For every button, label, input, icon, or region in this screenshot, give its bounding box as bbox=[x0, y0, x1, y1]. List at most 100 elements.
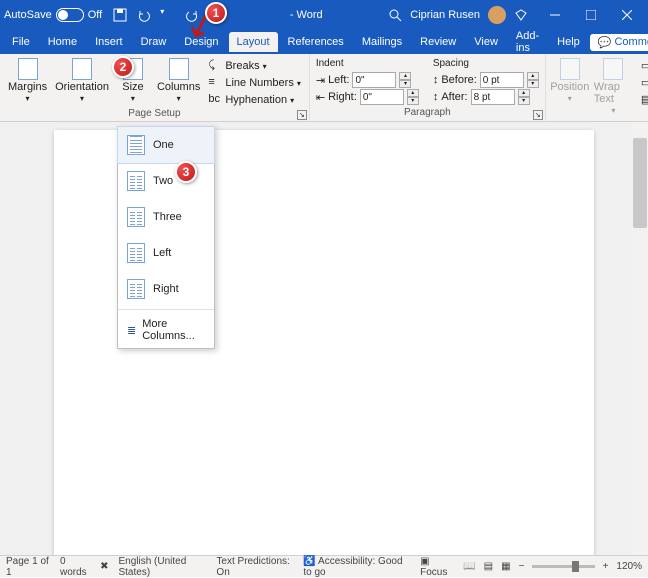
zoom-out-button[interactable]: − bbox=[519, 561, 525, 572]
columns-dropdown: One Two Three Left Right ≣More Columns..… bbox=[117, 126, 215, 349]
close-button[interactable] bbox=[610, 1, 644, 29]
hyphenation-icon: bc bbox=[208, 93, 222, 107]
group-arrange: Position▾ Wrap Text▾ ▭Bring Forward ▾ ▭S… bbox=[546, 54, 648, 122]
zoom-level[interactable]: 120% bbox=[616, 561, 642, 572]
callout-2: 2 bbox=[112, 56, 134, 78]
comments-button[interactable]: 💬 Comments bbox=[590, 34, 648, 51]
save-icon[interactable] bbox=[112, 7, 128, 23]
maximize-button[interactable] bbox=[574, 1, 608, 29]
tab-file[interactable]: File bbox=[4, 32, 38, 52]
read-mode-icon[interactable]: 📖 bbox=[463, 561, 475, 572]
spacing-after-spinner[interactable]: ▴▾ bbox=[518, 89, 530, 105]
web-layout-icon[interactable]: ▦ bbox=[501, 561, 510, 572]
paragraph-dialog-launcher[interactable]: ↘ bbox=[533, 110, 543, 120]
indent-right-input[interactable] bbox=[360, 89, 404, 105]
tab-mailings[interactable]: Mailings bbox=[354, 32, 410, 52]
group-label-page-setup: Page Setup bbox=[6, 108, 303, 121]
columns-option-left[interactable]: Left bbox=[118, 235, 214, 271]
indent-right-icon: ⇤ bbox=[316, 91, 325, 104]
title-bar: AutoSave Off ▾ ▾ - Word Ciprian Rusen bbox=[0, 0, 648, 30]
columns-option-two[interactable]: Two bbox=[118, 163, 214, 199]
columns-option-three[interactable]: Three bbox=[118, 199, 214, 235]
document-area bbox=[0, 122, 648, 555]
vertical-scrollbar[interactable] bbox=[632, 122, 648, 555]
line-numbers-button[interactable]: ≡Line Numbers ▾ bbox=[206, 75, 303, 91]
tab-references[interactable]: References bbox=[280, 32, 352, 52]
document-title: - Word bbox=[228, 9, 384, 21]
position-button[interactable]: Position▾ bbox=[552, 56, 588, 105]
spacing-after-input[interactable] bbox=[471, 89, 515, 105]
page-setup-dialog-launcher[interactable]: ↘ bbox=[297, 110, 307, 120]
columns-icon bbox=[169, 58, 189, 80]
autosave-toggle[interactable]: AutoSave Off bbox=[4, 8, 102, 22]
spacing-before-spinner[interactable]: ▴▾ bbox=[527, 72, 539, 88]
selection-pane-button[interactable]: ▤Selection Pane bbox=[639, 92, 648, 108]
zoom-in-button[interactable]: + bbox=[603, 561, 609, 572]
user-avatar-icon[interactable] bbox=[488, 6, 506, 24]
indent-left-input[interactable] bbox=[352, 72, 396, 88]
status-bar: Page 1 of 1 0 words ✖ English (United St… bbox=[0, 555, 648, 577]
spacing-title: Spacing bbox=[433, 58, 539, 69]
language-indicator[interactable]: English (United States) bbox=[118, 556, 206, 578]
minimize-button[interactable] bbox=[538, 1, 572, 29]
more-columns-icon: ≣ bbox=[127, 324, 136, 337]
tab-help[interactable]: Help bbox=[549, 32, 588, 52]
columns-option-one[interactable]: One bbox=[118, 127, 214, 163]
tab-insert[interactable]: Insert bbox=[87, 32, 131, 52]
breaks-icon: ⤹ bbox=[208, 59, 222, 73]
dropdown-separator bbox=[118, 309, 214, 310]
position-icon bbox=[560, 58, 580, 80]
columns-right-icon bbox=[127, 279, 145, 299]
indent-left-icon: ⇥ bbox=[316, 74, 325, 87]
tab-home[interactable]: Home bbox=[40, 32, 85, 52]
comments-label: Comments bbox=[614, 36, 648, 48]
send-backward-icon: ▭ bbox=[641, 76, 648, 90]
zoom-slider[interactable] bbox=[532, 565, 594, 568]
send-backward-button[interactable]: ▭Send Backward ▾ bbox=[639, 75, 648, 91]
tab-draw[interactable]: Draw bbox=[133, 32, 175, 52]
wrap-text-button[interactable]: Wrap Text▾ bbox=[592, 56, 635, 117]
tab-review[interactable]: Review bbox=[412, 32, 464, 52]
scroll-thumb[interactable] bbox=[633, 138, 647, 228]
tab-view[interactable]: View bbox=[466, 32, 506, 52]
diamond-icon[interactable] bbox=[514, 8, 528, 22]
spacing-before-input[interactable] bbox=[480, 72, 524, 88]
print-layout-icon[interactable]: ▤ bbox=[484, 561, 493, 572]
indent-left-spinner[interactable]: ▴▾ bbox=[399, 72, 411, 88]
ribbon-tabs: File Home Insert Draw Design Layout Refe… bbox=[0, 30, 648, 54]
window-controls bbox=[538, 1, 644, 29]
bring-forward-icon: ▭ bbox=[641, 59, 648, 73]
word-count[interactable]: 0 words bbox=[60, 556, 90, 578]
undo-more-icon[interactable]: ▾ bbox=[160, 7, 176, 23]
breaks-button[interactable]: ⤹Breaks ▾ bbox=[206, 58, 303, 74]
tab-layout[interactable]: Layout bbox=[229, 32, 278, 52]
autosave-label: AutoSave bbox=[4, 9, 52, 21]
line-numbers-icon: ≡ bbox=[208, 76, 222, 90]
text-predictions[interactable]: Text Predictions: On bbox=[216, 556, 293, 578]
group-paragraph: Indent ⇥Left:▴▾ ⇤Right:▴▾ Spacing ↕Befor… bbox=[310, 54, 546, 122]
orientation-button[interactable]: Orientation▾ bbox=[53, 56, 111, 105]
columns-one-icon bbox=[127, 135, 145, 155]
margins-button[interactable]: Margins▾ bbox=[6, 56, 49, 105]
focus-mode-button[interactable]: ▣ Focus bbox=[420, 556, 455, 578]
columns-option-right[interactable]: Right bbox=[118, 271, 214, 307]
page-indicator[interactable]: Page 1 of 1 bbox=[6, 556, 50, 578]
user-name[interactable]: Ciprian Rusen bbox=[410, 9, 480, 21]
toggle-icon bbox=[56, 8, 84, 22]
spellcheck-icon[interactable]: ✖ bbox=[100, 561, 108, 572]
bring-forward-button[interactable]: ▭Bring Forward ▾ bbox=[639, 58, 648, 74]
search-icon[interactable] bbox=[388, 8, 402, 22]
ribbon: Margins▾ Orientation▾ Size▾ Columns▾ ⤹Br… bbox=[0, 54, 648, 122]
columns-button[interactable]: Columns▾ bbox=[155, 56, 202, 105]
undo-icon[interactable] bbox=[136, 7, 152, 23]
title-right: Ciprian Rusen bbox=[388, 6, 528, 24]
accessibility-status[interactable]: ♿ Accessibility: Good to go bbox=[303, 556, 410, 578]
callout-3: 3 bbox=[175, 161, 197, 183]
indent-right-spinner[interactable]: ▴▾ bbox=[407, 89, 419, 105]
autosave-state: Off bbox=[88, 9, 102, 21]
hyphenation-button[interactable]: bcHyphenation ▾ bbox=[206, 92, 303, 108]
selection-pane-icon: ▤ bbox=[641, 93, 648, 107]
more-columns-button[interactable]: ≣More Columns... bbox=[118, 312, 214, 348]
columns-two-icon bbox=[127, 171, 145, 191]
callout-1: 1 bbox=[205, 2, 227, 24]
